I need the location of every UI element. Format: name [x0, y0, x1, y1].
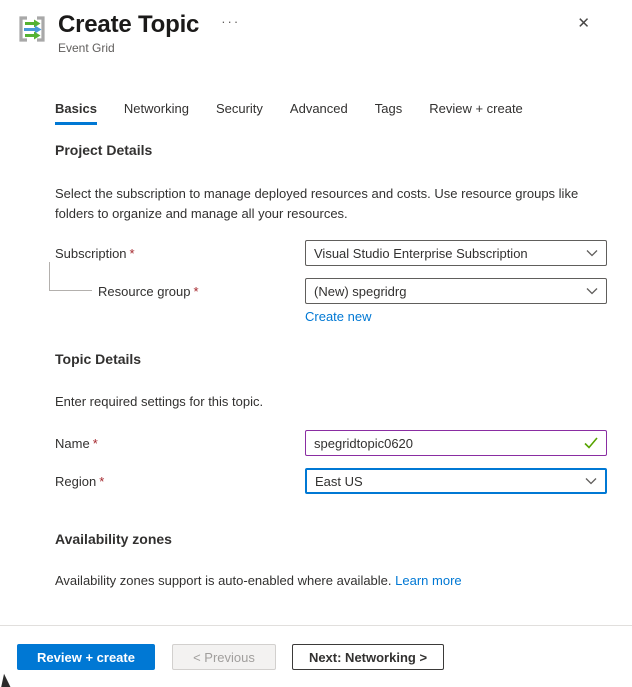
subscription-row: Subscription * Visual Studio Enterprise S… [55, 240, 607, 266]
create-new-row: Create new [55, 309, 607, 324]
tab-tags[interactable]: Tags [375, 101, 402, 125]
wizard-tabs: Basics Networking Security Advanced Tags… [55, 101, 523, 125]
chevron-down-icon [585, 478, 597, 485]
topic-details-heading: Topic Details [55, 351, 142, 367]
previous-button: < Previous [172, 644, 276, 670]
required-asterisk: * [92, 435, 98, 451]
required-asterisk: * [129, 245, 135, 261]
page-title: Create Topic [58, 11, 200, 38]
topic-details-description: Enter required settings for this topic. [55, 394, 264, 409]
subscription-label: Subscription * [55, 245, 135, 261]
tab-networking[interactable]: Networking [124, 101, 189, 125]
tab-security[interactable]: Security [216, 101, 263, 125]
close-icon[interactable]: ✕ [577, 14, 590, 34]
project-details-description: Select the subscription to manage deploy… [55, 186, 579, 221]
mouse-cursor-artifact [0, 673, 18, 687]
required-asterisk: * [99, 473, 105, 489]
subscription-dropdown[interactable]: Visual Studio Enterprise Subscription [305, 240, 607, 266]
learn-more-link[interactable]: Learn more [395, 573, 461, 588]
resource-group-dropdown[interactable]: (New) spegridrg [305, 278, 607, 304]
basics-form: Project Details Select the subscription … [49, 142, 607, 590]
wizard-footer: Review + create < Previous Next: Network… [0, 625, 632, 687]
create-new-link[interactable]: Create new [305, 309, 371, 324]
resource-group-value: (New) spegridrg [314, 283, 407, 299]
region-label: Region * [55, 473, 105, 489]
chevron-down-icon [586, 288, 598, 295]
project-details-heading: Project Details [55, 142, 153, 158]
tab-advanced[interactable]: Advanced [290, 101, 348, 125]
valid-check-icon [584, 437, 598, 449]
availability-zones-heading: Availability zones [55, 531, 172, 547]
chevron-down-icon [586, 250, 598, 257]
region-dropdown[interactable]: East US [305, 468, 607, 494]
name-row: Name * [55, 430, 607, 456]
resource-group-label: Resource group * [98, 283, 199, 299]
page-subtitle: Event Grid [58, 41, 115, 55]
name-field [305, 430, 607, 456]
name-input[interactable] [314, 435, 578, 451]
name-label: Name * [55, 435, 98, 451]
region-row: Region * East US [55, 468, 607, 494]
more-options-button[interactable]: ··· [221, 14, 240, 29]
availability-zones-text: Availability zones support is auto-enabl… [55, 573, 462, 588]
tab-review-create[interactable]: Review + create [429, 101, 523, 125]
resource-group-row: Resource group * (New) spegridrg [55, 278, 607, 304]
next-networking-button[interactable]: Next: Networking > [292, 644, 444, 670]
region-value: East US [315, 473, 363, 489]
required-asterisk: * [193, 283, 199, 299]
event-grid-icon [19, 16, 45, 42]
subscription-value: Visual Studio Enterprise Subscription [314, 245, 528, 261]
review-create-button[interactable]: Review + create [17, 644, 155, 670]
tab-basics[interactable]: Basics [55, 101, 97, 125]
dialog-header: Create Topic ··· Event Grid ✕ [17, 12, 615, 55]
